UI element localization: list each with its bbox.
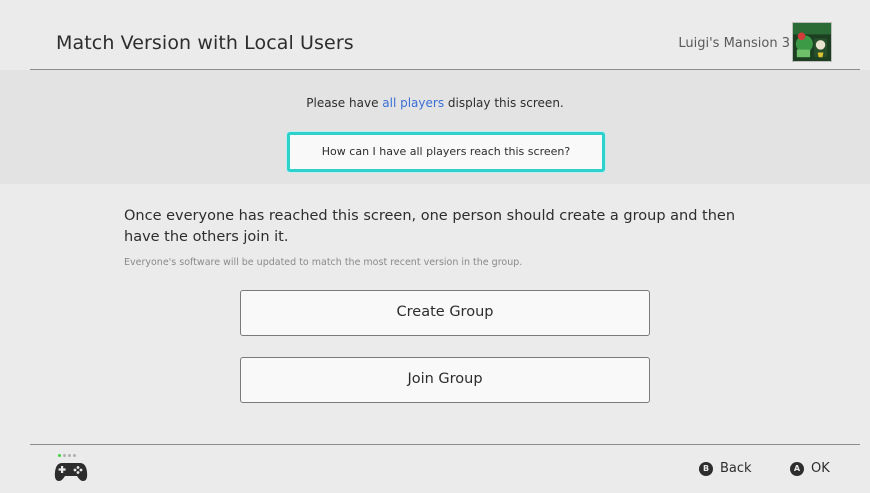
back-label: Back <box>720 461 752 476</box>
controller-icon <box>54 463 88 481</box>
body-text: Once everyone has reached this screen, o… <box>124 208 736 245</box>
game-thumbnail-icon <box>792 22 832 62</box>
all-players-link[interactable]: all players <box>382 96 444 110</box>
main-content: Once everyone has reached this screen, o… <box>0 184 870 444</box>
player-indicator-led-3 <box>68 454 71 457</box>
instruction-text-start: Please have <box>306 96 383 110</box>
player-indicator-led-2 <box>63 454 66 457</box>
join-group-button[interactable]: Join Group <box>240 357 650 403</box>
ok-label: OK <box>811 461 830 476</box>
page-title: Match Version with Local Users <box>56 32 354 54</box>
header-bar: Match Version with Local Users Luigi's M… <box>0 0 870 70</box>
game-name: Luigi's Mansion 3 <box>678 36 790 51</box>
help-reach-screen-button[interactable]: How can I have all players reach this sc… <box>287 132 605 172</box>
player-indicator-led-1 <box>58 454 61 457</box>
instruction-panel: Please have all players display this scr… <box>0 70 870 184</box>
ok-button[interactable]: A OK <box>790 461 830 476</box>
create-group-button[interactable]: Create Group <box>240 290 650 336</box>
footer-bar: B Back A OK <box>0 445 870 493</box>
a-button-icon: A <box>790 461 804 476</box>
instruction-text: Please have all players display this scr… <box>0 96 870 110</box>
instruction-text-end: display this screen. <box>444 96 564 110</box>
back-button[interactable]: B Back <box>699 461 752 476</box>
b-button-icon: B <box>699 461 713 476</box>
player-indicator-led-4 <box>73 454 76 457</box>
player-indicator <box>58 454 76 457</box>
note-text: Everyone's software will be updated to m… <box>124 257 523 268</box>
